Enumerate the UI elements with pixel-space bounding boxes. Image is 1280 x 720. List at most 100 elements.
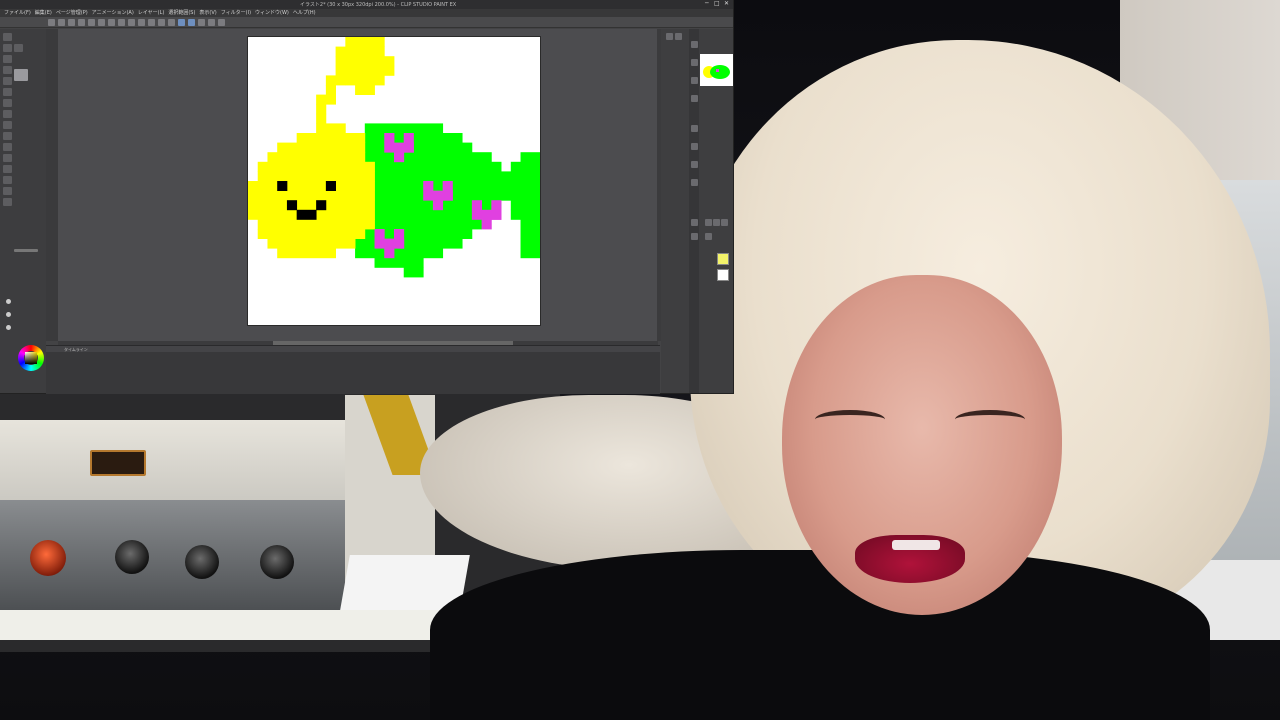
- heart-pixel: [384, 248, 395, 259]
- heart-pixel: [491, 209, 502, 220]
- menu-filter[interactable]: フィルター(I): [221, 9, 251, 17]
- pen-tool-icon[interactable]: [3, 77, 12, 85]
- fill-tool-icon[interactable]: [3, 143, 12, 151]
- subtool-icon[interactable]: [14, 44, 23, 52]
- undo-icon[interactable]: [98, 18, 105, 26]
- layer-thumbnail[interactable]: [717, 269, 729, 281]
- fish-body-pixel: [364, 171, 512, 182]
- menu-help[interactable]: ヘルプ(H): [293, 9, 316, 17]
- balloon-tool-icon[interactable]: [3, 187, 12, 195]
- eyedropper-tool-icon[interactable]: [3, 66, 12, 74]
- snap-ruler-icon[interactable]: [178, 18, 185, 26]
- knob: [185, 545, 219, 579]
- rotate-icon[interactable]: [208, 18, 215, 26]
- panel-icon[interactable]: [691, 143, 698, 150]
- panel-icon[interactable]: [691, 219, 698, 226]
- knob: [260, 545, 294, 579]
- face-pixel: [325, 181, 336, 191]
- panel-icon[interactable]: [691, 179, 698, 186]
- close-button[interactable]: ✕: [724, 1, 729, 7]
- color-square[interactable]: [25, 352, 37, 364]
- device-label: [90, 450, 146, 476]
- tool-property-preview: [14, 69, 28, 81]
- brush-size-slider[interactable]: [14, 249, 38, 252]
- fish-body-pixel: [364, 181, 512, 191]
- menu-page[interactable]: ページ管理(P): [56, 9, 88, 17]
- fish-tail-pixel: [510, 171, 540, 182]
- drawing-canvas[interactable]: [247, 36, 541, 326]
- brush-size-dot[interactable]: [6, 325, 11, 330]
- layer-icon[interactable]: [721, 219, 728, 226]
- panel-icon[interactable]: [691, 41, 698, 48]
- layer-icon[interactable]: [705, 219, 712, 226]
- menu-selection[interactable]: 選択範囲(S): [168, 9, 195, 17]
- snap-grid-icon[interactable]: [188, 18, 195, 26]
- command-bar: [0, 17, 733, 28]
- lure-pixel: [345, 37, 385, 47]
- brush-tool-icon[interactable]: [3, 99, 12, 107]
- maximize-button[interactable]: □: [714, 1, 720, 7]
- clear-icon[interactable]: [118, 18, 125, 26]
- menu-bar: ファイル(F) 編集(E) ページ管理(P) アニメーション(A) レイヤー(L…: [0, 9, 733, 17]
- move-tool-icon[interactable]: [3, 44, 12, 52]
- head-pixel: [248, 181, 375, 191]
- antenna-pixel: [325, 85, 336, 95]
- airbrush-tool-icon[interactable]: [3, 110, 12, 118]
- menu-window[interactable]: ウィンドウ(W): [255, 9, 289, 17]
- zoom-tool-icon[interactable]: [3, 33, 12, 41]
- window-title: イラスト2* (30 x 30px 320dpi 200.0%) - CLIP …: [300, 2, 457, 8]
- menu-view[interactable]: 表示(V): [199, 9, 216, 17]
- panel-icon[interactable]: [691, 95, 698, 102]
- menu-file[interactable]: ファイル(F): [4, 9, 31, 17]
- brush-size-dot[interactable]: [6, 299, 11, 304]
- correct-line-tool-icon[interactable]: [3, 198, 12, 206]
- fish-body-pixel: [355, 238, 463, 249]
- menu-edit[interactable]: 編集(E): [35, 9, 52, 17]
- eye: [815, 410, 885, 429]
- reset-view-icon[interactable]: [218, 18, 225, 26]
- transform-icon[interactable]: [138, 18, 145, 26]
- teeth: [892, 540, 940, 550]
- panel-icon[interactable]: [691, 59, 698, 66]
- heart-pixel: [491, 200, 502, 211]
- knob: [115, 540, 149, 574]
- minimize-button[interactable]: ─: [705, 1, 709, 7]
- redo-icon[interactable]: [108, 18, 115, 26]
- share-icon[interactable]: [88, 18, 95, 26]
- menu-animation[interactable]: アニメーション(A): [92, 9, 134, 17]
- open-icon[interactable]: [58, 18, 65, 26]
- panel-tab-icon[interactable]: [666, 33, 673, 40]
- heart-pixel: [471, 200, 482, 211]
- panel-icon[interactable]: [691, 125, 698, 132]
- lure-pixel: [355, 85, 375, 95]
- deselect-icon[interactable]: [148, 18, 155, 26]
- head-pixel: [257, 229, 366, 239]
- eraser-tool-icon[interactable]: [3, 121, 12, 129]
- layer-thumbnail[interactable]: [717, 253, 729, 265]
- panel-tab-icon[interactable]: [675, 33, 682, 40]
- heart-pixel: [394, 238, 405, 249]
- save-icon[interactable]: [68, 18, 75, 26]
- new-file-icon[interactable]: [48, 18, 55, 26]
- pencil-tool-icon[interactable]: [3, 88, 12, 96]
- blend-tool-icon[interactable]: [3, 132, 12, 140]
- select-tool-icon[interactable]: [3, 55, 12, 63]
- fish-tail-pixel: [520, 238, 540, 249]
- fill-icon[interactable]: [128, 18, 135, 26]
- gradient-tool-icon[interactable]: [3, 154, 12, 162]
- clip-icon[interactable]: [78, 18, 85, 26]
- navigator-thumbnail[interactable]: [700, 54, 733, 86]
- snap-special-icon[interactable]: [198, 18, 205, 26]
- panel-icon[interactable]: [691, 233, 698, 240]
- figure-tool-icon[interactable]: [3, 165, 12, 173]
- brush-size-dot[interactable]: [6, 312, 11, 317]
- panel-icon[interactable]: [691, 161, 698, 168]
- heart-pixel: [432, 200, 444, 211]
- clip-icon[interactable]: [168, 18, 175, 26]
- panel-icon[interactable]: [691, 77, 698, 84]
- layer-icon[interactable]: [705, 233, 712, 240]
- menu-layer[interactable]: レイヤー(L): [138, 9, 165, 17]
- text-tool-icon[interactable]: [3, 176, 12, 184]
- crop-icon[interactable]: [158, 18, 165, 26]
- layer-icon[interactable]: [713, 219, 720, 226]
